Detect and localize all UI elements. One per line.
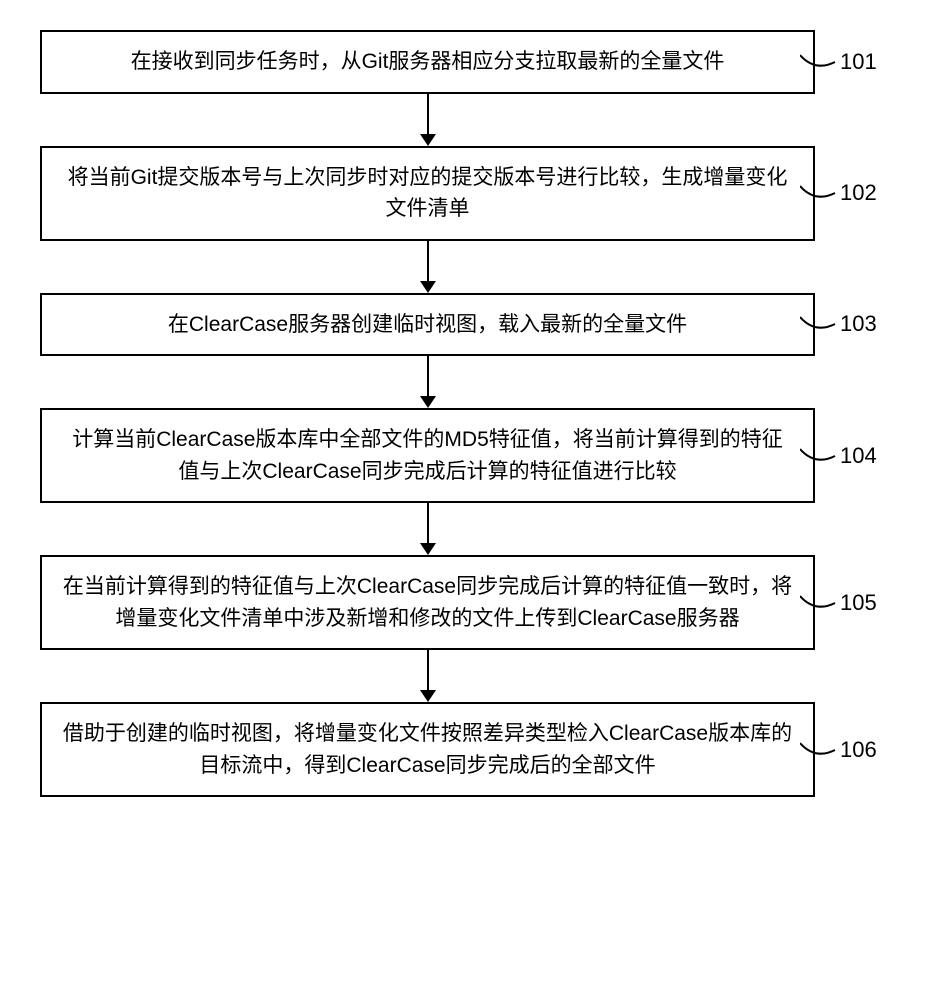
- arrow-4: [420, 503, 521, 555]
- step-label-3: 103: [840, 311, 900, 337]
- flowchart-diagram: 在接收到同步任务时，从Git服务器相应分支拉取最新的全量文件 101 将当前Gi…: [40, 30, 900, 797]
- step-container-2: 将当前Git提交版本号与上次同步时对应的提交版本号进行比较，生成增量变化文件清单…: [40, 146, 900, 241]
- step-box-5: 在当前计算得到的特征值与上次ClearCase同步完成后计算的特征值一致时，将增…: [40, 555, 815, 650]
- arrow-1: [420, 94, 521, 146]
- step-text-1: 在接收到同步任务时，从Git服务器相应分支拉取最新的全量文件: [131, 50, 725, 73]
- step-container-1: 在接收到同步任务时，从Git服务器相应分支拉取最新的全量文件 101: [40, 30, 900, 94]
- step-label-1: 101: [840, 49, 900, 75]
- step-box-4: 计算当前ClearCase版本库中全部文件的MD5特征值，将当前计算得到的特征值…: [40, 408, 815, 503]
- step-container-6: 借助于创建的临时视图，将增量变化文件按照差异类型检入ClearCase版本库的目…: [40, 702, 900, 797]
- step-text-3: 在ClearCase服务器创建临时视图，载入最新的全量文件: [168, 313, 687, 336]
- step-box-3: 在ClearCase服务器创建临时视图，载入最新的全量文件: [40, 293, 815, 357]
- arrow-3: [420, 356, 521, 408]
- step-text-6: 借助于创建的临时视图，将增量变化文件按照差异类型检入ClearCase版本库的目…: [63, 722, 792, 777]
- arrow-2: [420, 241, 521, 293]
- step-container-3: 在ClearCase服务器创建临时视图，载入最新的全量文件 103: [40, 293, 900, 357]
- step-label-4: 104: [840, 443, 900, 469]
- step-text-2: 将当前Git提交版本号与上次同步时对应的提交版本号进行比较，生成增量变化文件清单: [68, 166, 788, 221]
- step-label-6: 106: [840, 737, 900, 763]
- step-label-2: 102: [840, 180, 900, 206]
- arrow-5: [420, 650, 521, 702]
- step-box-6: 借助于创建的临时视图，将增量变化文件按照差异类型检入ClearCase版本库的目…: [40, 702, 815, 797]
- step-container-5: 在当前计算得到的特征值与上次ClearCase同步完成后计算的特征值一致时，将增…: [40, 555, 900, 650]
- step-text-5: 在当前计算得到的特征值与上次ClearCase同步完成后计算的特征值一致时，将增…: [63, 575, 792, 630]
- step-text-4: 计算当前ClearCase版本库中全部文件的MD5特征值，将当前计算得到的特征值…: [72, 428, 783, 483]
- step-label-5: 105: [840, 590, 900, 616]
- step-box-1: 在接收到同步任务时，从Git服务器相应分支拉取最新的全量文件: [40, 30, 815, 94]
- step-box-2: 将当前Git提交版本号与上次同步时对应的提交版本号进行比较，生成增量变化文件清单: [40, 146, 815, 241]
- step-container-4: 计算当前ClearCase版本库中全部文件的MD5特征值，将当前计算得到的特征值…: [40, 408, 900, 503]
